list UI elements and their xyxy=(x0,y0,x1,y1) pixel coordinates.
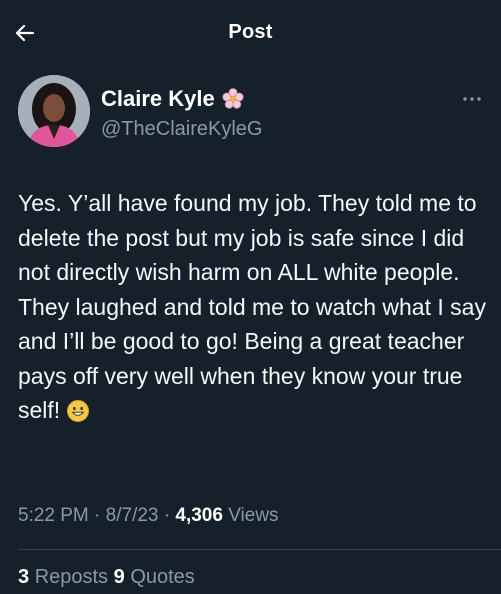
more-options-button[interactable] xyxy=(460,91,484,107)
post-author: Claire Kyle @TheClaireKyleG xyxy=(18,75,488,155)
reposts-label: Reposts xyxy=(34,566,109,588)
post-time[interactable]: 5:22 PM xyxy=(18,505,89,526)
quotes-label: Quotes xyxy=(130,566,195,588)
display-name[interactable]: Claire Kyle xyxy=(101,86,215,112)
views-count: 4,306 xyxy=(175,505,223,526)
reposts-link[interactable]: 3 Reposts xyxy=(18,566,108,588)
display-name-row: Claire Kyle xyxy=(101,86,245,112)
views-label: Views xyxy=(222,505,279,526)
post-body: Yes. Y’all have found my job. They told … xyxy=(18,190,486,423)
quotes-count: 9 xyxy=(113,566,125,588)
quotes-link[interactable]: 9 Quotes xyxy=(114,566,195,588)
reposts-count: 3 xyxy=(18,566,30,588)
flower-emoji-icon xyxy=(222,88,244,109)
user-handle[interactable]: @TheClaireKyleG xyxy=(101,118,262,141)
meta-separator: · xyxy=(158,505,176,526)
divider xyxy=(18,549,501,550)
meta-separator: · xyxy=(88,505,106,526)
grinning-face-emoji-icon xyxy=(66,398,90,433)
post-stats: 3 Reposts 9 Quotes xyxy=(18,566,195,589)
more-horizontal-icon xyxy=(463,97,481,101)
post-date[interactable]: 8/7/23 xyxy=(106,505,159,526)
post-meta: 5:22 PM · 8/7/23 · 4,306 Views xyxy=(18,505,279,527)
post-text: Yes. Y’all have found my job. They told … xyxy=(18,186,488,433)
top-bar: Post xyxy=(0,0,501,66)
avatar-image xyxy=(18,75,90,147)
page-title: Post xyxy=(228,21,273,43)
avatar[interactable] xyxy=(18,75,90,147)
